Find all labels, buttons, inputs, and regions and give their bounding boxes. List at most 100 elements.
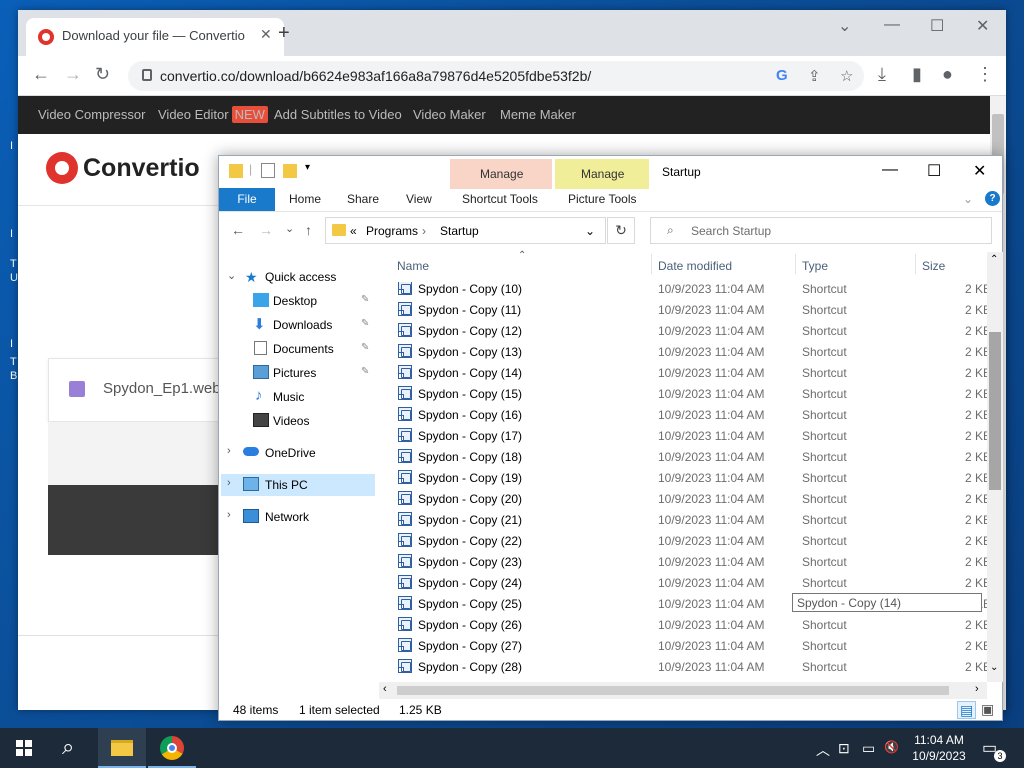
scroll-right-icon[interactable]: › — [975, 683, 979, 695]
tab-file[interactable]: File — [219, 188, 275, 211]
nav-video-maker[interactable]: Video Maker — [413, 107, 486, 122]
brand-name[interactable]: Convertio — [83, 154, 200, 183]
google-lens-icon[interactable]: G — [776, 67, 788, 84]
browser-tab[interactable]: Download your file — Convertio ✕ — [26, 18, 284, 56]
bookmark-star-icon[interactable]: ☆ — [840, 67, 853, 85]
column-type[interactable]: Type — [802, 259, 828, 273]
nav-add-subtitles[interactable]: Add Subtitles to Video — [274, 107, 402, 122]
file-row[interactable]: Spydon - Copy (22) 10/9/2023 11:04 AM Shor… — [389, 530, 989, 551]
address-dropdown-icon[interactable]: ⌄ — [585, 224, 595, 238]
nav-desktop[interactable]: Desktop ✎ — [219, 290, 377, 312]
file-row[interactable]: Spydon - Copy (12) 10/9/2023 11:04 AM Shor… — [389, 320, 989, 341]
side-panel-icon[interactable]: ▮ — [912, 64, 922, 85]
file-row[interactable]: Spydon - Copy (27) 10/9/2023 11:04 AM Shor… — [389, 635, 989, 656]
expand-chevron-icon[interactable]: › — [227, 509, 231, 521]
scroll-up-icon[interactable]: ⌃ — [990, 254, 998, 265]
profile-avatar-icon[interactable]: ● — [942, 64, 953, 85]
nav-videos[interactable]: Videos — [219, 410, 377, 432]
taskbar-search-button[interactable]: ⌕ — [48, 728, 96, 768]
browser-minimize-button[interactable]: — — [884, 16, 900, 34]
ribbon-expand-icon[interactable]: ⌄ — [963, 192, 973, 206]
address-box[interactable]: « Programs › Startup ⌄ — [325, 217, 606, 244]
url-text[interactable]: convertio.co/download/b6624e983af166a8a7… — [160, 68, 591, 84]
refresh-button[interactable]: ↻ — [607, 217, 635, 244]
tray-app-icon[interactable]: ⊡ — [838, 740, 850, 757]
file-row[interactable]: Spydon - Copy (26) 10/9/2023 11:04 AM Shor… — [389, 614, 989, 635]
expand-chevron-icon[interactable]: › — [227, 445, 231, 457]
nav-network[interactable]: › Network — [219, 506, 377, 528]
file-list-scrollbar[interactable]: ⌃ ⌄ — [987, 252, 1003, 682]
properties-icon[interactable] — [261, 163, 275, 178]
file-row[interactable]: Spydon - Copy (10) 10/9/2023 11:04 AM Shor… — [389, 282, 989, 299]
start-button[interactable] — [0, 728, 48, 768]
nav-video-editor[interactable]: Video Editor NEW — [158, 106, 268, 123]
file-row[interactable]: Spydon - Copy (14) 10/9/2023 11:04 AM Shor… — [389, 362, 989, 383]
explorer-close-button[interactable]: ✕ — [973, 161, 986, 181]
file-row[interactable]: Spydon - Copy (15) 10/9/2023 11:04 AM Shor… — [389, 383, 989, 404]
file-row[interactable]: Spydon - Copy (16) 10/9/2023 11:04 AM Shor… — [389, 404, 989, 425]
file-row[interactable]: Spydon - Copy (19) 10/9/2023 11:04 AM Shor… — [389, 467, 989, 488]
explorer-maximize-button[interactable]: ☐ — [927, 161, 941, 181]
tab-search-icon[interactable]: ⌄ — [838, 16, 851, 36]
large-icons-view-icon[interactable]: ▣ — [981, 701, 994, 718]
breadcrumb-programs[interactable]: Programs — [366, 224, 418, 238]
file-row[interactable]: Spydon - Copy (17) 10/9/2023 11:04 AM Shor… — [389, 425, 989, 446]
tab-shortcut-tools[interactable]: Shortcut Tools — [462, 192, 538, 206]
breadcrumb-startup[interactable]: Startup — [440, 224, 479, 238]
scroll-left-icon[interactable]: ‹ — [383, 683, 387, 695]
new-folder-icon[interactable] — [283, 164, 297, 178]
nav-meme-maker[interactable]: Meme Maker — [500, 107, 576, 122]
downloads-icon[interactable]: ⤓ — [878, 64, 886, 85]
horizontal-scrollbar[interactable]: ‹ › — [379, 682, 987, 699]
forward-button[interactable]: → — [64, 64, 82, 85]
column-divider[interactable] — [651, 254, 652, 274]
up-arrow-icon[interactable]: ↑ — [305, 222, 312, 238]
nav-documents[interactable]: Documents ✎ — [219, 338, 377, 360]
tab-share[interactable]: Share — [347, 192, 379, 206]
nav-pictures[interactable]: Pictures ✎ — [219, 362, 377, 384]
details-view-icon[interactable]: ▤ — [957, 701, 977, 719]
breadcrumb-overflow[interactable]: « — [350, 224, 357, 238]
file-row[interactable]: Spydon - Copy (13) 10/9/2023 11:04 AM Shor… — [389, 341, 989, 362]
back-button[interactable]: ← — [32, 64, 50, 85]
column-size[interactable]: Size — [922, 259, 945, 273]
reload-button[interactable]: ↻ — [95, 64, 110, 85]
column-divider[interactable] — [915, 254, 916, 274]
browser-close-button[interactable]: ✕ — [976, 16, 989, 36]
volume-muted-icon[interactable]: 🔇 — [884, 740, 899, 754]
file-row[interactable]: Spydon - Copy (21) 10/9/2023 11:04 AM Shor… — [389, 509, 989, 530]
explorer-minimize-button[interactable]: — — [882, 161, 898, 179]
qat-dropdown-icon[interactable]: ▾ — [305, 162, 310, 173]
nav-video-compressor[interactable]: Video Compressor — [38, 107, 145, 122]
address-bar[interactable]: convertio.co/download/b6624e983af166a8a7… — [128, 61, 864, 91]
help-icon[interactable]: ? — [985, 191, 1000, 206]
nav-downloads[interactable]: ⬇ Downloads ✎ — [219, 314, 377, 336]
network-icon[interactable]: ▭ — [862, 740, 875, 757]
tray-overflow-icon[interactable]: ︿ — [816, 740, 830, 760]
horizontal-scrollbar-thumb[interactable] — [397, 686, 949, 695]
tab-home[interactable]: Home — [289, 192, 321, 206]
chrome-menu-icon[interactable]: ⋮ — [976, 64, 994, 85]
scroll-down-icon[interactable]: ⌄ — [990, 662, 998, 673]
tab-view[interactable]: View — [406, 192, 432, 206]
file-row[interactable]: Spydon - Copy (28) 10/9/2023 11:04 AM Shor… — [389, 656, 989, 677]
taskbar-file-explorer[interactable] — [98, 728, 146, 768]
tab-close-icon[interactable]: ✕ — [260, 26, 272, 43]
expand-chevron-icon[interactable]: › — [227, 477, 231, 489]
column-name[interactable]: Name — [397, 259, 429, 273]
back-arrow-icon[interactable]: ← — [231, 222, 245, 238]
forward-arrow-icon[interactable]: → — [259, 222, 273, 238]
nav-onedrive[interactable]: › OneDrive — [219, 442, 377, 464]
convertio-logo-icon[interactable] — [46, 152, 78, 184]
browser-maximize-button[interactable]: ☐ — [930, 16, 944, 36]
file-row[interactable]: Spydon - Copy (11) 10/9/2023 11:04 AM Shor… — [389, 299, 989, 320]
nav-quick-access[interactable]: ⌄ ★ Quick access — [219, 266, 377, 288]
expand-chevron-icon[interactable]: ⌄ — [227, 269, 236, 282]
nav-music[interactable]: ♪ Music — [219, 386, 377, 408]
new-tab-button[interactable]: + — [278, 22, 290, 45]
column-date-modified[interactable]: Date modified — [658, 259, 732, 273]
clock[interactable]: 11:04 AM 10/9/2023 — [906, 732, 972, 764]
search-box[interactable]: ⌕ Search Startup — [650, 217, 992, 244]
scrollbar-thumb[interactable] — [989, 332, 1001, 490]
share-icon[interactable]: ⇪ — [808, 67, 821, 85]
